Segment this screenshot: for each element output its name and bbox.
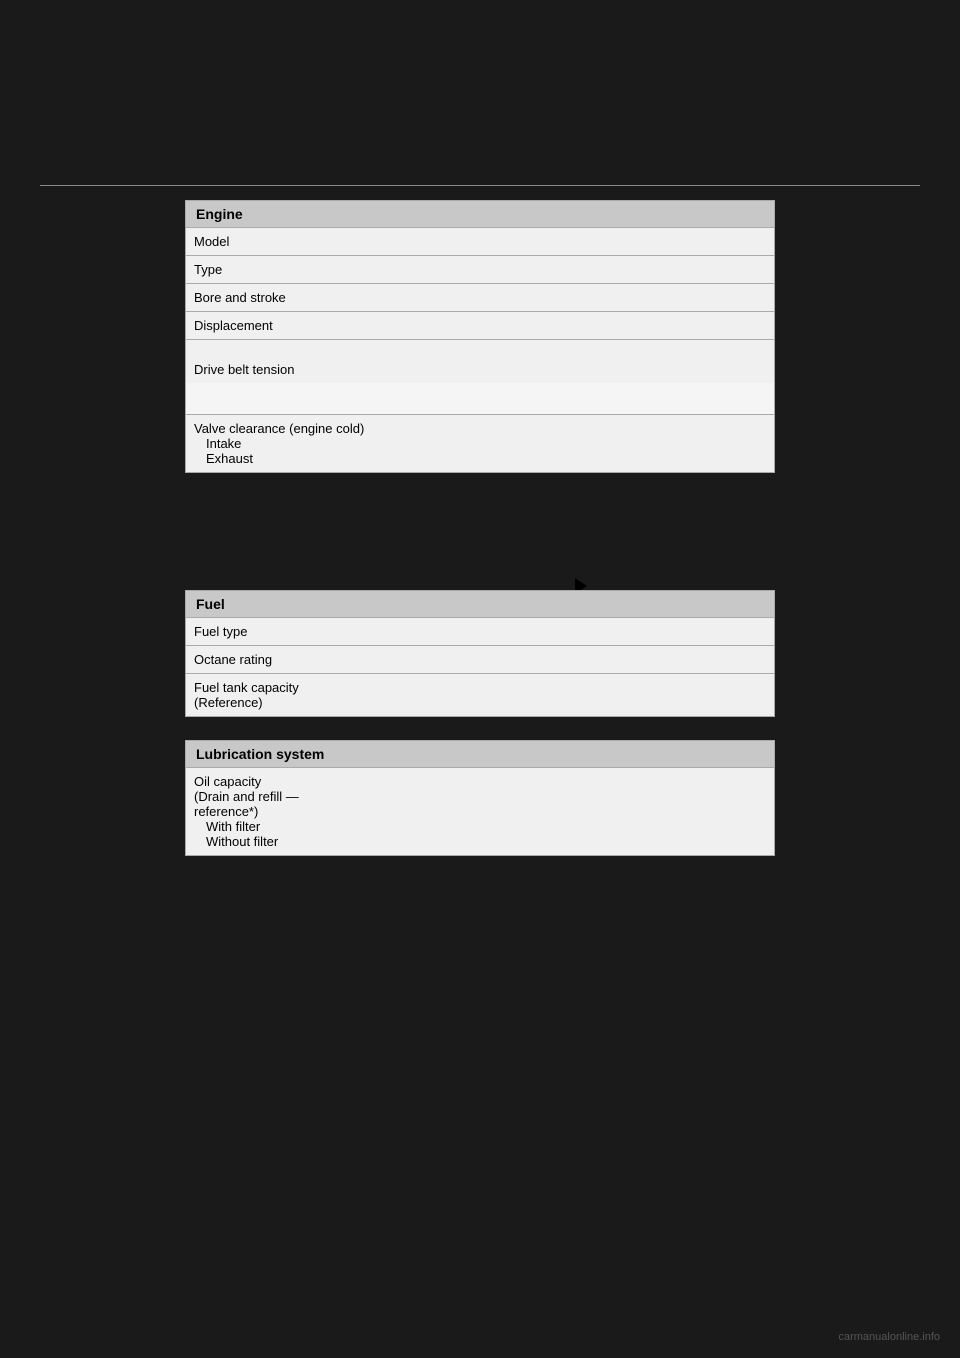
engine-table: Model Type Bore and stroke Displacement … <box>185 228 775 473</box>
top-divider <box>40 185 920 186</box>
fuel-tank-capacity-label: Fuel tank capacity(Reference) <box>186 674 774 716</box>
table-row: Valve clearance (engine cold) Intake Exh… <box>186 415 774 472</box>
fuel-section: Fuel Fuel type Octane rating Fuel tank c… <box>185 590 775 717</box>
page: Engine Model Type Bore and stroke Displa… <box>0 0 960 1358</box>
fuel-section-header: Fuel <box>185 590 775 618</box>
table-row: Fuel type <box>186 618 774 646</box>
engine-drive-belt-label: Drive belt tension <box>186 340 774 383</box>
fuel-type-label: Fuel type <box>186 618 774 645</box>
watermark: carmanualonline.info <box>838 1331 940 1343</box>
engine-type-label: Type <box>186 256 774 283</box>
engine-displacement-label: Displacement <box>186 312 774 339</box>
fuel-octane-rating-label: Octane rating <box>186 646 774 673</box>
lubrication-section-header: Lubrication system <box>185 740 775 768</box>
engine-model-label: Model <box>186 228 774 255</box>
engine-section: Engine Model Type Bore and stroke Displa… <box>185 200 775 473</box>
table-row: Displacement <box>186 312 774 340</box>
table-row: Drive belt tension <box>186 340 774 415</box>
engine-bore-stroke-label: Bore and stroke <box>186 284 774 311</box>
table-row: Fuel tank capacity(Reference) <box>186 674 774 716</box>
table-row: Octane rating <box>186 646 774 674</box>
table-row: Oil capacity (Drain and refill — referen… <box>186 768 774 855</box>
table-row: Bore and stroke <box>186 284 774 312</box>
lubrication-table: Oil capacity (Drain and refill — referen… <box>185 768 775 856</box>
table-row: Type <box>186 256 774 284</box>
fuel-table: Fuel type Octane rating Fuel tank capaci… <box>185 618 775 717</box>
engine-valve-clearance-label: Valve clearance (engine cold) Intake Exh… <box>186 415 774 472</box>
oil-capacity-label: Oil capacity (Drain and refill — referen… <box>186 768 774 855</box>
table-row: Model <box>186 228 774 256</box>
engine-section-header: Engine <box>185 200 775 228</box>
lubrication-section: Lubrication system Oil capacity (Drain a… <box>185 740 775 856</box>
